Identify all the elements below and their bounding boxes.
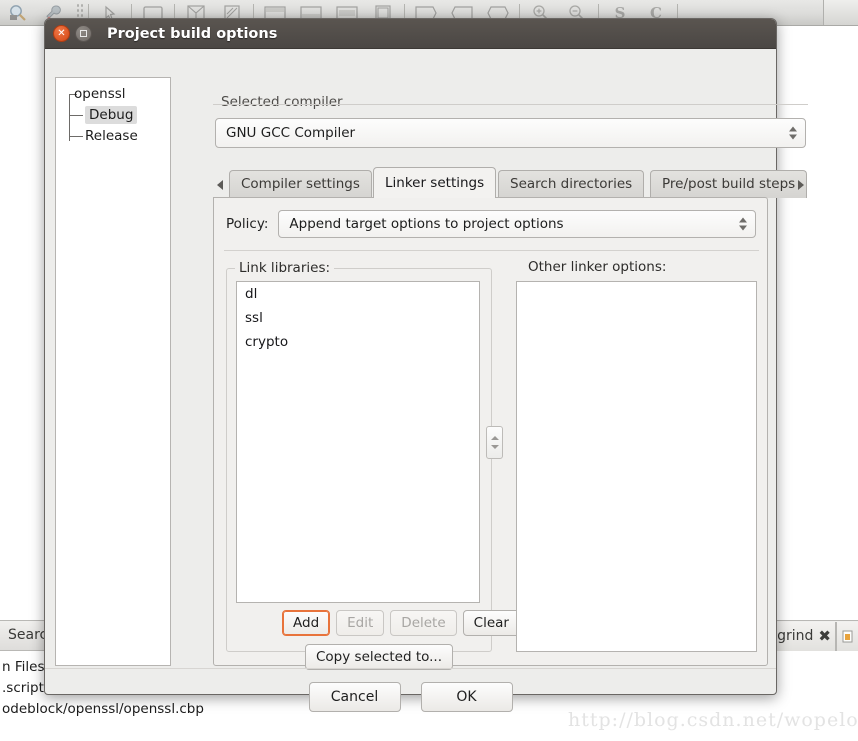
toolbar-overflow[interactable] <box>823 0 858 25</box>
list-item[interactable]: crypto <box>237 330 479 354</box>
linker-settings-page: Policy: Append target options to project… <box>213 197 768 670</box>
bottom-panel-right-tabs: lgrind ✖ <box>766 621 858 652</box>
cancel-button[interactable]: Cancel <box>308 682 401 712</box>
tree-item-release[interactable]: Release <box>56 126 170 147</box>
other-linker-options-textarea[interactable] <box>516 281 757 652</box>
target-tree-panel[interactable]: openssl Debug Release <box>55 77 171 666</box>
move-up-icon[interactable] <box>490 436 499 440</box>
tab-compiler-settings[interactable]: Compiler settings <box>229 170 372 198</box>
link-libraries-list[interactable]: dl ssl crypto <box>236 281 480 603</box>
scroll-right-arrow[interactable] <box>794 175 808 195</box>
selected-compiler-value: GNU GCC Compiler <box>226 125 356 141</box>
tree-item-debug[interactable]: Debug <box>56 105 170 126</box>
selected-compiler-label: Selected compiler <box>217 94 347 110</box>
dialog-body: openssl Debug Release Selected compiler … <box>45 49 808 712</box>
tab-extra[interactable] <box>836 622 858 651</box>
move-down-icon[interactable] <box>490 445 499 449</box>
ok-button[interactable]: OK <box>420 682 513 712</box>
tree-item-label: Release <box>85 128 138 144</box>
policy-label: Policy: <box>226 216 269 232</box>
dialog-footer: Cancel OK <box>45 669 776 725</box>
link-libraries-caption: Link libraries: <box>235 260 335 276</box>
other-linker-options-caption: Other linker options: <box>524 259 671 275</box>
section-divider <box>224 250 759 251</box>
tree-item-label: openssl <box>74 86 126 102</box>
tree-item-openssl[interactable]: openssl <box>56 84 170 105</box>
tree-item-label: Debug <box>85 106 138 124</box>
maximize-icon[interactable] <box>75 25 92 42</box>
close-icon[interactable]: ✖ <box>818 622 831 651</box>
tab-lgrind-label: lgrind <box>773 628 814 644</box>
policy-combobox[interactable]: Append target options to project options <box>278 210 756 238</box>
edit-button: Edit <box>336 610 385 636</box>
other-linker-options-value <box>517 282 756 286</box>
tab-prepost-build-steps[interactable]: Pre/post build steps <box>650 170 808 198</box>
link-libraries-buttons: Add Edit Delete Clear <box>282 610 520 636</box>
target-tree: openssl Debug Release <box>56 78 170 147</box>
settings-tabstrip: Compiler settings Linker settings Search… <box>213 167 808 198</box>
close-icon[interactable]: ✕ <box>53 25 70 42</box>
tab-linker-settings[interactable]: Linker settings <box>373 167 497 198</box>
delete-button: Delete <box>390 610 457 636</box>
chevron-updown-icon[interactable] <box>789 126 797 140</box>
scroll-left-arrow[interactable] <box>213 175 227 195</box>
add-button[interactable]: Add <box>282 610 331 636</box>
clear-button[interactable]: Clear <box>462 610 520 636</box>
magnifier-search-icon[interactable] <box>0 1 36 25</box>
chevron-updown-icon[interactable] <box>739 217 747 231</box>
dialog-title: Project build options <box>107 25 278 42</box>
copy-selected-to-button[interactable]: Copy selected to... <box>305 644 454 670</box>
reorder-spinner[interactable] <box>486 426 503 459</box>
policy-row: Policy: Append target options to project… <box>226 210 756 238</box>
document-icon <box>842 630 853 643</box>
selected-compiler-combobox[interactable]: GNU GCC Compiler <box>215 118 806 148</box>
group-rule <box>213 104 808 105</box>
dialog-titlebar[interactable]: ✕ Project build options <box>45 19 776 49</box>
project-build-options-dialog: ✕ Project build options openssl Debug Re… <box>44 18 808 712</box>
tab-search-directories[interactable]: Search directories <box>498 170 645 198</box>
policy-value: Append target options to project options <box>289 216 564 232</box>
copy-selected-to-button-wrap: Copy selected to... <box>305 644 454 670</box>
list-item[interactable]: ssl <box>237 306 479 330</box>
list-item[interactable]: dl <box>237 282 479 306</box>
